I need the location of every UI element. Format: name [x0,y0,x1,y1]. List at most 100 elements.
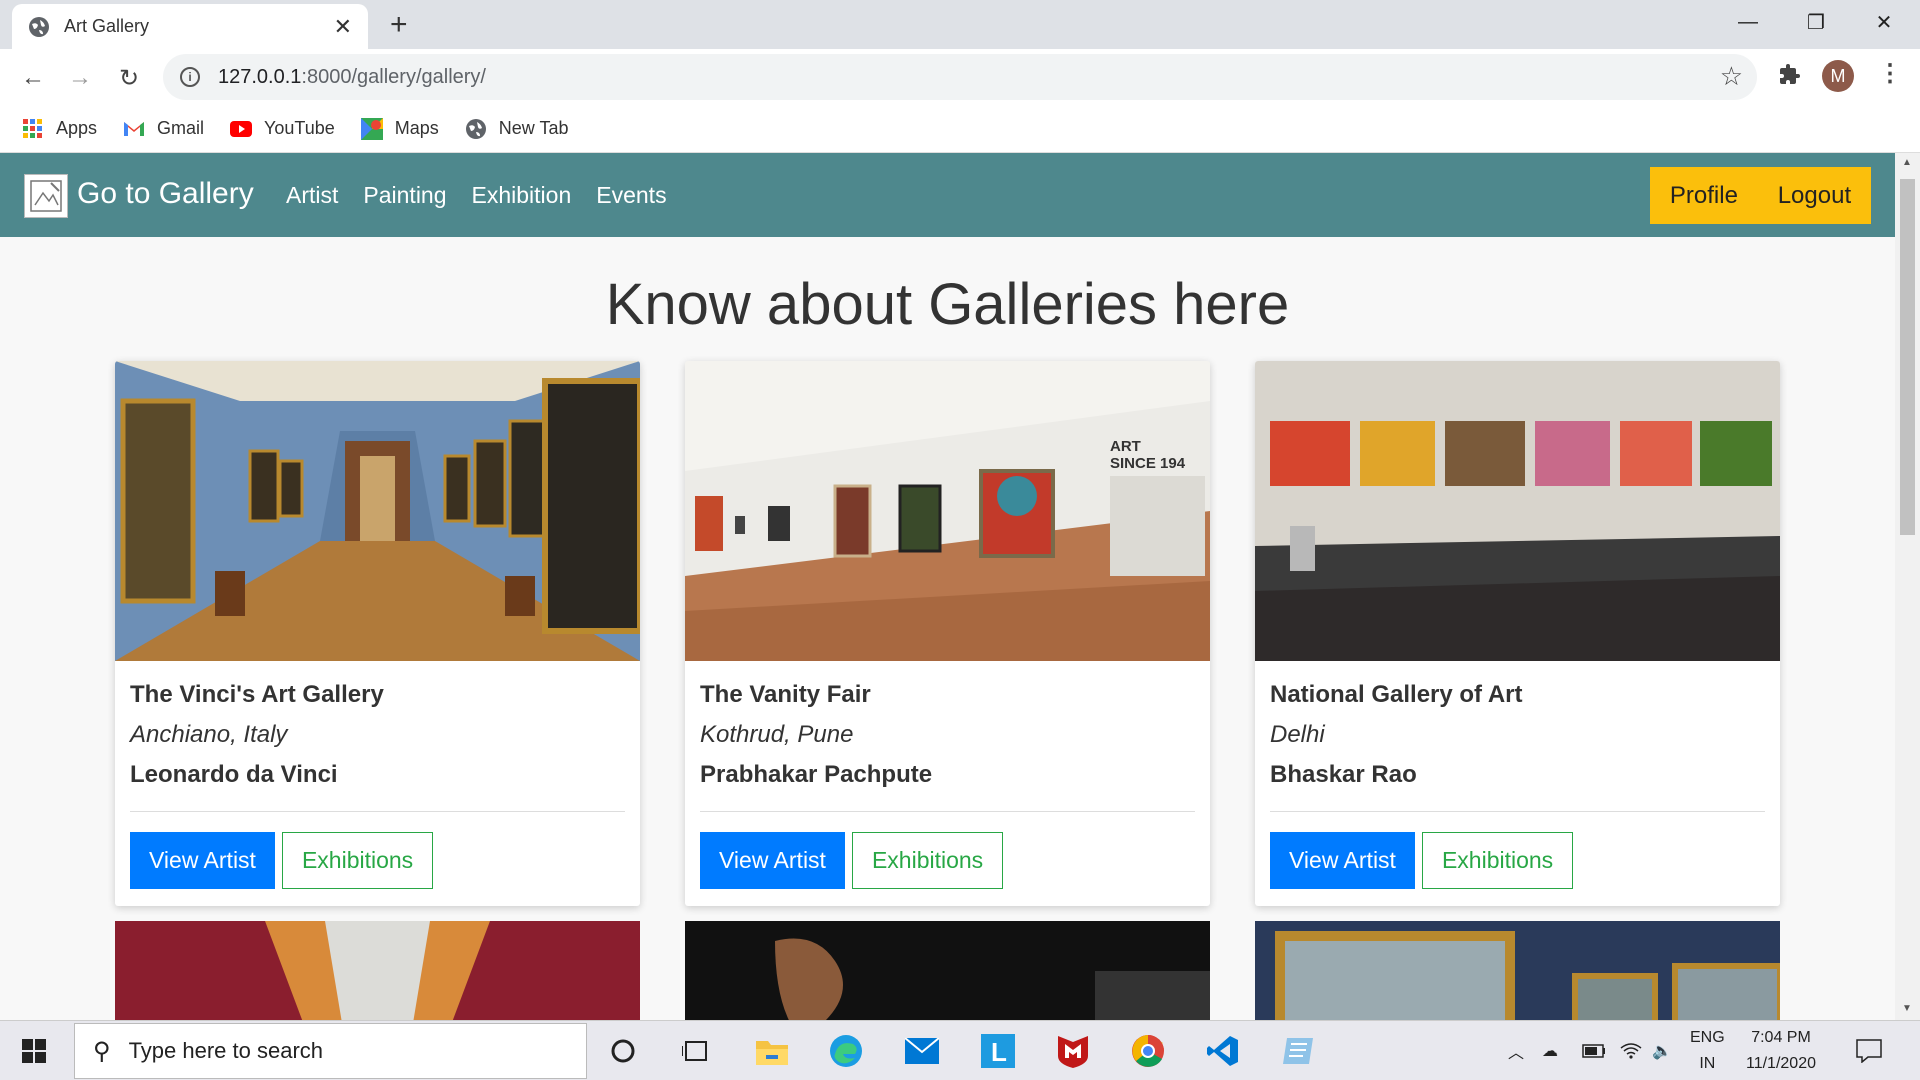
file-explorer-icon[interactable] [754,1033,790,1069]
page-viewport: Go to Gallery Artist Painting Exhibition… [0,153,1895,1020]
battery-icon[interactable] [1582,1021,1606,1080]
gallery-location: Delhi [1270,721,1325,748]
view-artist-button[interactable]: View Artist [700,832,845,889]
youtube-icon [230,118,253,140]
wall-text-art: ART [1110,438,1141,455]
nav-painting[interactable]: Painting [363,182,446,209]
volume-icon[interactable]: 🔈 [1652,1021,1672,1080]
nav-events[interactable]: Events [596,182,666,209]
card-divider [1270,811,1765,812]
restore-icon[interactable]: ❐ [1782,0,1850,44]
mcafee-icon[interactable] [1055,1033,1091,1069]
clock[interactable]: 7:04 PM 11/1/2020 [1746,1021,1816,1080]
reload-icon[interactable]: ↻ [112,61,146,95]
card-divider [130,811,625,812]
scroll-up-icon[interactable]: ▲ [1902,157,1912,168]
bookmark-label: YouTube [264,118,335,138]
bookmark-new-tab[interactable]: New Tab [465,118,569,140]
site-navbar: Go to Gallery Artist Painting Exhibition… [0,153,1895,237]
page-scrollbar[interactable]: ▲ ▼ [1895,153,1920,1020]
gallery-image [1255,361,1780,661]
gallery-name: National Gallery of Art [1270,681,1523,708]
bookmark-apps[interactable]: Apps [22,118,97,140]
gallery-artist: Prabhakar Pachpute [700,761,933,788]
view-artist-button[interactable]: View Artist [1270,832,1415,889]
back-icon[interactable]: ← [16,61,50,95]
gallery-name: The Vanity Fair [700,681,871,708]
globe-icon [465,118,487,140]
forward-icon[interactable]: → [63,61,97,95]
url-text[interactable]: 127.0.0.1:8000/gallery/gallery/ [218,66,486,89]
bookmark-label: Apps [56,118,98,138]
bookmark-maps[interactable]: Maps [360,117,439,140]
profile-avatar[interactable]: M [1822,60,1854,92]
bookmark-label: Gmail [157,118,205,138]
taskbar-search-box[interactable]: ⚲ Type here to search [74,1023,587,1079]
url-path: :8000/gallery/gallery/ [301,65,486,88]
browser-tab-strip: Art Gallery ✕ + — ❐ ✕ [0,0,1920,49]
vscode-icon[interactable] [1205,1033,1241,1069]
edge-icon[interactable] [828,1033,864,1069]
notifications-icon[interactable] [1856,1021,1882,1080]
card-divider [700,811,1195,812]
region-code: IN [1699,1055,1716,1072]
gallery-artist: Bhaskar Rao [1270,761,1417,788]
gallery-location: Kothrud, Pune [700,721,854,748]
apps-grid-icon [22,118,44,140]
bookmarks-bar: Apps Gmail YouTube Maps New Tab [0,105,1920,153]
wifi-icon[interactable] [1620,1021,1642,1080]
bookmark-youtube[interactable]: YouTube [230,118,335,140]
gallery-image [115,921,640,1020]
new-tab-button[interactable]: + [390,8,408,42]
close-window-icon[interactable]: ✕ [1850,0,1918,44]
cortana-icon[interactable] [605,1033,641,1069]
onedrive-icon[interactable]: ☁ [1542,1021,1558,1080]
wall-text-since: SINCE 194 [1110,455,1186,472]
address-bar[interactable]: i 127.0.0.1:8000/gallery/gallery/ ☆ [163,54,1757,100]
close-tab-icon[interactable]: ✕ [334,14,352,40]
browser-tab-active[interactable]: Art Gallery ✕ [12,4,368,49]
input-language[interactable]: ENG IN [1690,1021,1725,1080]
exhibitions-button[interactable]: Exhibitions [281,832,434,889]
scrollbar-thumb[interactable] [1900,179,1915,535]
user-nav: Profile Logout [1650,167,1871,224]
chrome-menu-icon[interactable]: ⋮ [1878,59,1902,88]
exhibitions-button[interactable]: Exhibitions [851,832,1004,889]
minimize-icon[interactable]: — [1714,0,1782,44]
gallery-image [115,361,640,661]
notepad-app-icon[interactable] [1280,1033,1316,1069]
logout-link[interactable]: Logout [1778,182,1851,210]
browser-toolbar: ← → ↻ i 127.0.0.1:8000/gallery/gallery/ … [0,49,1920,105]
globe-icon [29,16,49,37]
gallery-image [1255,921,1780,1020]
exhibitions-button[interactable]: Exhibitions [1421,832,1574,889]
brand-link[interactable]: Go to Gallery [77,177,254,211]
show-hidden-icons[interactable]: ︿ [1508,1021,1524,1080]
profile-link[interactable]: Profile [1670,182,1738,210]
bookmark-gmail[interactable]: Gmail [123,118,204,140]
nav-exhibition[interactable]: Exhibition [472,182,572,209]
view-artist-button[interactable]: View Artist [130,832,275,889]
extensions-icon[interactable] [1778,63,1802,93]
nav-artist[interactable]: Artist [286,182,338,209]
windows-taskbar: ⚲ Type here to search L ︿ ☁ 🔈 ENG IN 7:0… [0,1020,1920,1080]
search-icon: ⚲ [93,1037,111,1065]
windows-start-icon[interactable] [22,1039,46,1063]
gallery-card: The Vinci's Art Gallery Anchiano, Italy … [115,361,640,906]
mail-icon[interactable] [904,1033,940,1069]
gallery-artist: Leonardo da Vinci [130,761,338,788]
svg-text:L: L [991,1037,1007,1067]
chrome-icon[interactable] [1130,1033,1166,1069]
site-info-icon[interactable]: i [180,67,200,87]
gallery-location: Anchiano, Italy [130,721,288,748]
tab-title: Art Gallery [64,16,150,36]
maps-icon [360,117,383,140]
page-heading: Know about Galleries here [605,272,1290,337]
scroll-down-icon[interactable]: ▼ [1902,1003,1912,1014]
brand-logo-icon[interactable] [24,174,68,218]
bookmark-star-icon[interactable]: ☆ [1720,61,1743,92]
site-nav-links: Artist Painting Exhibition Events [286,182,692,209]
gallery-name: The Vinci's Art Gallery [130,681,384,708]
task-view-icon[interactable] [678,1033,714,1069]
lync-app-icon[interactable]: L [980,1033,1016,1069]
